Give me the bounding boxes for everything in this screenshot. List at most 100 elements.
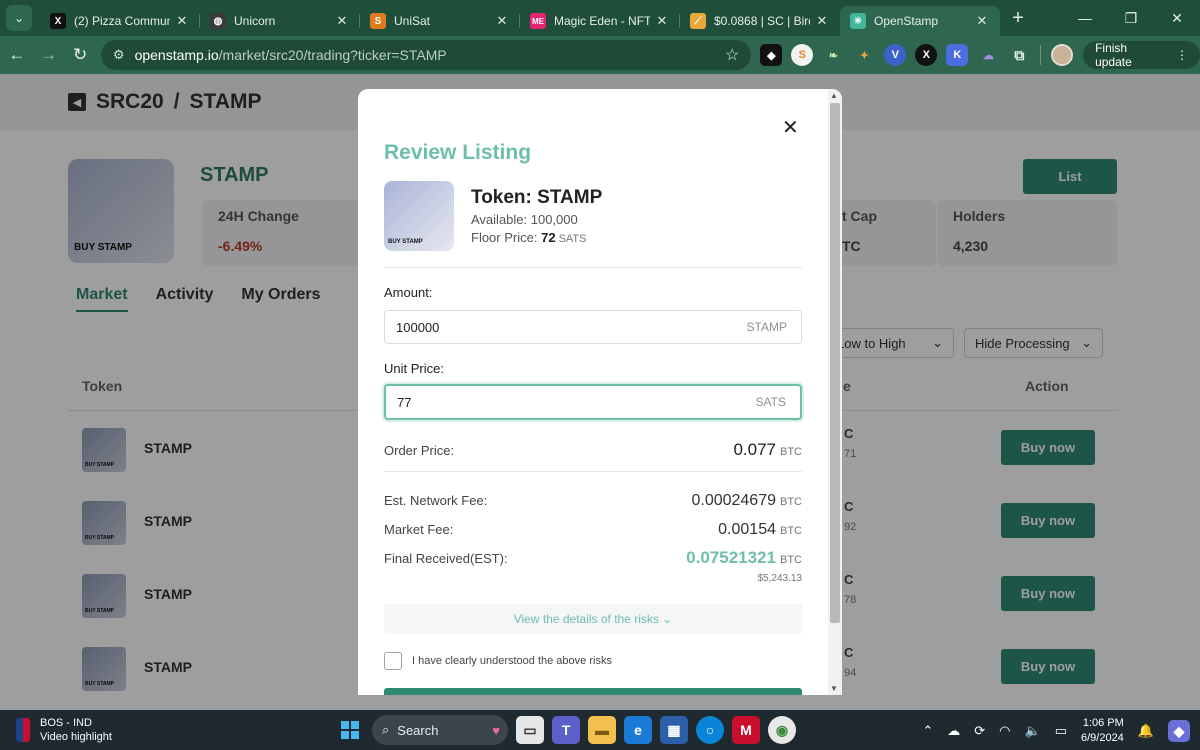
clock-date: 6/9/2024 [1080, 732, 1124, 744]
tab-title: UniSat [394, 14, 431, 28]
bookmark-star-icon[interactable]: ☆ [725, 45, 739, 65]
network-fee: 0.00024679 BTC [691, 492, 802, 510]
modal-divider [384, 267, 802, 268]
magic-eden-icon: ME [530, 13, 546, 29]
modal-close-icon[interactable]: ✕ [782, 115, 799, 140]
browser-tab-unisat[interactable]: S UniSat ✕ [360, 6, 520, 36]
system-tray: ⌃ ☁ ⟳ ◠ 🔈 ▭ 1:06 PM 6/9/2024 🔔 ◆ [922, 716, 1190, 746]
view-risks-link[interactable]: View the details of the risks ⌄ [384, 604, 802, 634]
taskbar-search-label: Search [397, 722, 439, 738]
back-arrow-icon[interactable]: ← [2, 40, 32, 70]
cortana-icon[interactable]: ○ [696, 716, 724, 744]
notification-bell-icon[interactable]: 🔔 [1138, 723, 1154, 739]
restore-icon[interactable]: ❐ [1108, 10, 1154, 27]
modal-floor-price: Floor Price: 72 SATS [471, 230, 586, 245]
file-explorer-icon[interactable]: ▬ [588, 716, 616, 744]
floor-price-value: 72 [541, 230, 556, 245]
wifi-icon[interactable]: ◠ [999, 723, 1010, 739]
new-tab-plus-icon[interactable]: + [1004, 4, 1032, 32]
chrome-icon[interactable]: ◉ [768, 716, 796, 744]
unisat-icon: S [370, 13, 386, 29]
extension-unisat-icon[interactable]: S [791, 44, 814, 66]
taskbar-apps: ⌕ Search ♥ ▭ T ▬ e ▦ ○ M ◉ [336, 715, 796, 745]
address-url[interactable]: openstamp.io/market/src20/trading?ticker… [135, 47, 725, 63]
buy-stamp-logo-text: BUY STAMP [388, 239, 423, 245]
confirm-listing-button[interactable] [384, 688, 802, 695]
sync-icon[interactable]: ⟳ [974, 723, 985, 739]
tab-close-icon[interactable]: ✕ [494, 13, 510, 29]
mcafee-icon[interactable]: M [732, 716, 760, 744]
tab-close-icon[interactable]: ✕ [174, 13, 190, 29]
extension-x-icon[interactable]: X [915, 44, 938, 66]
onedrive-icon[interactable]: ☁ [947, 723, 960, 739]
tab-title: Unicorn [234, 14, 276, 28]
forward-arrow-icon[interactable]: → [34, 40, 64, 70]
volume-icon[interactable]: 🔈 [1025, 723, 1041, 739]
profile-avatar[interactable] [1051, 44, 1074, 66]
address-bar[interactable]: ⚙ openstamp.io/market/src20/trading?tick… [100, 40, 752, 70]
market-fee: 0.00154 BTC [718, 521, 802, 539]
risk-acknowledge-row: I have clearly understood the above risk… [384, 652, 612, 670]
finish-update-button[interactable]: Finish update ⋮ [1083, 41, 1200, 69]
extension-okx-icon[interactable]: ◆ [760, 44, 783, 66]
extension-cloud-icon[interactable]: ☁ [977, 44, 1000, 66]
order-price-label: Order Price: [384, 443, 455, 458]
task-view-icon[interactable]: ▭ [516, 716, 544, 744]
minimize-icon[interactable]: — [1062, 10, 1108, 27]
unit-price-input[interactable]: 77 SATS [384, 384, 802, 420]
tab-close-icon[interactable]: ✕ [814, 13, 830, 29]
floor-price-label: Floor Price: [471, 230, 538, 245]
scroll-down-arrow-icon[interactable]: ▼ [830, 684, 838, 693]
taskbar-clock[interactable]: 1:06 PM 6/9/2024 [1081, 716, 1124, 746]
browser-tab-strip: ⌄ X (2) Pizza Community ✕ ◍ Unicorn ✕ S … [0, 0, 1200, 36]
scroll-up-arrow-icon[interactable]: ▲ [830, 91, 838, 100]
extension-metamask-icon[interactable]: ✦ [853, 44, 876, 66]
copilot-icon[interactable]: ◆ [1168, 720, 1190, 742]
widget-title: BOS - IND [40, 717, 92, 729]
extension-leaf-icon[interactable]: ❧ [822, 44, 845, 66]
tab-search-chevron-icon[interactable]: ⌄ [6, 5, 32, 31]
extension-v-icon[interactable]: V [884, 44, 907, 66]
tray-chevron-up-icon[interactable]: ⌃ [922, 723, 933, 739]
site-settings-icon[interactable]: ⚙ [113, 47, 125, 63]
tab-close-icon[interactable]: ✕ [974, 13, 990, 29]
extensions-puzzle-icon[interactable]: ⧉ [1008, 44, 1031, 66]
tab-close-icon[interactable]: ✕ [654, 13, 670, 29]
unit-price-unit: SATS [755, 395, 786, 409]
extension-k-icon[interactable]: K [946, 44, 969, 66]
browser-tab-magic-eden[interactable]: ME Magic Eden - NFT Ma ✕ [520, 6, 680, 36]
tab-close-icon[interactable]: ✕ [334, 13, 350, 29]
edge-icon[interactable]: e [624, 716, 652, 744]
reload-icon[interactable]: ↻ [65, 40, 95, 70]
window-close-icon[interactable]: ✕ [1154, 10, 1200, 27]
url-path: /market/src20/trading?ticker=STAMP [218, 47, 447, 63]
risk-acknowledge-label: I have clearly understood the above risk… [412, 655, 612, 667]
unicorn-globe-icon: ◍ [210, 13, 226, 29]
modal-scrollbar[interactable]: ▲ ▼ [828, 89, 842, 695]
browser-tab-pizza-community[interactable]: X (2) Pizza Community ✕ [40, 6, 200, 36]
amount-input[interactable]: 100000 STAMP [384, 310, 802, 344]
browser-tab-openstamp[interactable]: ✳ OpenStamp ✕ [840, 6, 1000, 36]
scrollbar-thumb[interactable] [830, 103, 840, 623]
teams-icon[interactable]: T [552, 716, 580, 744]
browser-tab-unicorn[interactable]: ◍ Unicorn ✕ [200, 6, 360, 36]
search-icon: ⌕ [382, 722, 390, 737]
windows-start-icon[interactable] [336, 716, 364, 744]
search-highlight-icon: ♥ [492, 722, 500, 738]
amount-input-value: 100000 [396, 319, 440, 335]
tab-title: $0.0868 | SC | Birdeye [714, 14, 810, 28]
unit-price-input-value: 77 [397, 394, 412, 410]
network-fee-value: 0.00024679 [691, 492, 776, 509]
nba-logo-icon [16, 718, 30, 742]
browser-tab-birdeye[interactable]: ⟋ $0.0868 | SC | Birdeye ✕ [680, 6, 840, 36]
final-received: 0.07521321 BTC [686, 548, 802, 568]
btc-unit: BTC [780, 525, 802, 537]
news-widget[interactable]: BOS - IND Video highlight [0, 717, 200, 743]
battery-icon[interactable]: ▭ [1055, 723, 1067, 739]
risk-acknowledge-checkbox[interactable] [384, 652, 402, 670]
openstamp-icon: ✳ [850, 13, 866, 29]
taskbar-search[interactable]: ⌕ Search ♥ [372, 715, 508, 745]
store-icon[interactable]: ▦ [660, 716, 688, 744]
url-domain: openstamp.io [134, 47, 219, 63]
more-menu-icon[interactable]: ⋮ [1176, 48, 1188, 62]
